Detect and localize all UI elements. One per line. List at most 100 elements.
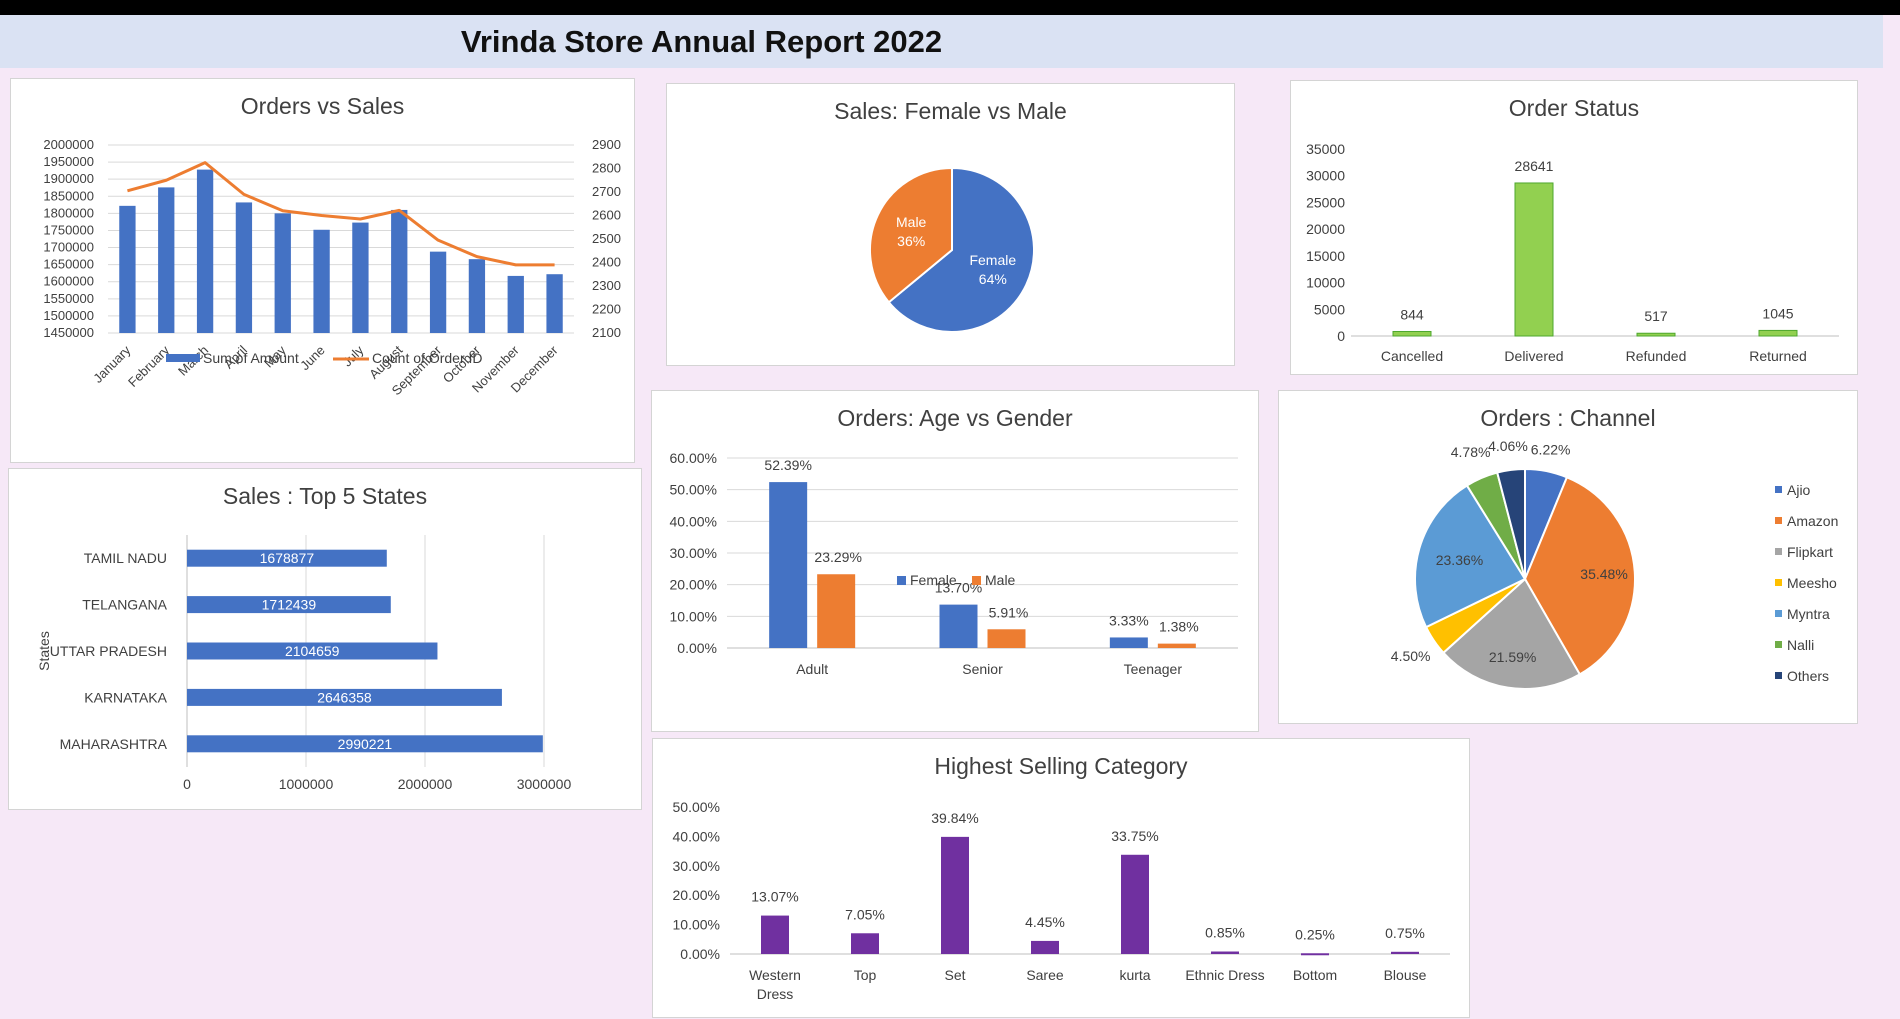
bar-male [1157,643,1196,648]
bar-category [851,933,879,954]
y-tick-label: 10.00% [670,608,717,624]
pie-slice-label: Male [896,214,927,230]
data-label: 2990221 [338,736,393,752]
bar-sum-of-amount [158,187,175,333]
y-tick-label: UTTAR PRADESH [50,643,167,659]
y-axis-title: States [36,631,52,671]
y-tick-label: 20000 [1306,221,1345,237]
legend-swatch-myntra [1775,610,1782,617]
data-label: 2104659 [285,643,340,659]
age-gender-panel: Orders: Age vs Gender 0.00% 10.00% 20.00% 3… [651,390,1259,732]
bar-category [941,836,969,954]
y-tick-label: 0.00% [680,946,720,962]
bar-sum-of-amount [507,275,524,333]
legend-swatch-nalli [1775,641,1782,648]
data-label: 39.84% [931,810,978,826]
x-tick-label: Ethnic Dress [1185,967,1264,983]
pie-slice-value: 36% [897,233,925,249]
x-tick-label: 1000000 [279,776,334,792]
bar-category [1121,854,1149,954]
bar-category [1391,951,1419,954]
x-tick-label: Refunded [1626,348,1687,364]
y-right-tick-label: 2600 [592,208,621,223]
pie-slice-label: 6.22% [1531,442,1571,458]
y-left-tick-label: 1800000 [43,205,94,220]
bar-female [769,482,808,648]
bar-sum-of-amount [546,274,563,333]
bar-female [939,604,978,648]
x-tick-label: 2000000 [398,776,453,792]
data-label: 28641 [1515,158,1554,174]
y-tick-label: 50.00% [670,482,717,498]
bar-order-status [1392,330,1432,337]
pie-slice-value: 64% [979,271,1007,287]
y-right-tick-label: 2300 [592,278,621,293]
bar-sum-of-amount [391,209,408,333]
data-label: 0.25% [1295,926,1335,942]
bar-male [987,629,1026,648]
legend-label: Count of Order ID [372,350,483,366]
legend-swatch-flipkart [1775,548,1782,555]
bar-sum-of-amount [119,205,136,333]
legend-label: Male [985,572,1016,588]
y-left-tick-label: 1750000 [43,222,94,237]
legend-swatch-others [1775,672,1782,679]
y-right-tick-label: 2100 [592,325,621,340]
data-label: 0.75% [1385,925,1425,941]
legend-label: Others [1787,668,1829,684]
y-tick-label: 40.00% [673,828,720,844]
legend-label: Flipkart [1787,544,1833,560]
channel-panel: Orders : Channel 6.22% 35.48% 21.59% 4.50% 2… [1278,390,1858,724]
legend-label: Sum of Amount [203,350,299,366]
y-tick-label: KARNATAKA [84,689,167,705]
bar-sum-of-amount [235,202,253,333]
top-states-panel: Sales : Top 5 States 0 1000000 2000000 3000… [8,468,642,810]
data-label: 33.75% [1111,828,1158,844]
y-tick-label: TAMIL NADU [84,550,167,566]
x-tick-label: Blouse [1384,967,1427,983]
sales-gender-chart: Female 64% Male 36% [869,166,1035,333]
data-label: 517 [1644,308,1668,324]
bar-sum-of-amount [274,213,291,333]
y-tick-label: 60.00% [670,450,717,466]
y-right-tick-label: 2400 [592,255,621,270]
data-label: 1.38% [1159,619,1199,635]
y-left-tick-label: 1850000 [43,188,94,203]
bar-order-status [1758,329,1798,337]
bar-order-status [1636,332,1676,337]
y-tick-label: 10.00% [673,917,720,933]
y-left-tick-label: 2000000 [43,137,94,152]
y-tick-label: 35000 [1306,141,1345,157]
data-label: 13.07% [751,889,798,905]
pie-slice-label: 23.36% [1436,552,1483,568]
x-tick-label: Dress [757,986,794,1002]
data-label: 2646358 [317,689,372,705]
y-tick-label: 50.00% [673,799,720,815]
data-label: 3.33% [1109,612,1149,628]
bar-male [817,574,856,648]
legend-swatch-sum-of-amount [166,354,200,362]
bar-category [1031,940,1059,954]
y-left-tick-label: 1950000 [43,154,94,169]
top-black-bar [0,0,1900,15]
report-title: Vrinda Store Annual Report 2022 [460,23,943,59]
legend-label: Amazon [1787,513,1838,529]
x-tick-label: June [297,343,328,374]
x-tick-label: Western [749,967,801,983]
y-tick-label: 0 [1337,328,1345,344]
order-status-panel: Order Status 0 5000 10000 15000 20000 25000 30… [1290,80,1858,375]
y-tick-label: 15000 [1306,248,1345,264]
x-tick-label: Top [854,967,877,983]
y-left-tick-label: 1900000 [43,171,94,186]
legend-label: Myntra [1787,606,1830,622]
y-tick-label: 0.00% [677,640,717,656]
x-tick-label: Cancelled [1381,348,1443,364]
y-tick-label: 20.00% [670,577,717,593]
x-tick-label: July [340,342,367,369]
pie-slice-label: 4.78% [1451,444,1491,460]
pie-slice-label: 35.48% [1580,566,1627,582]
legend-label: Female [910,572,957,588]
data-label: 0.85% [1205,925,1245,941]
bar-category [1301,953,1329,956]
y-left-tick-label: 1550000 [43,291,94,306]
